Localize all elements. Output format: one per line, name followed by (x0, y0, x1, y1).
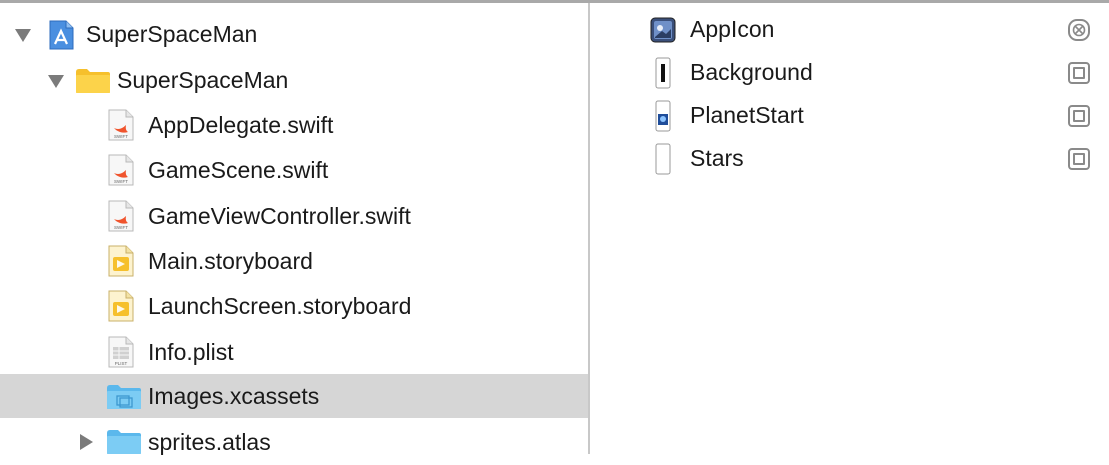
asset-row[interactable]: AppIcon (590, 8, 1109, 51)
checkbox-icon[interactable] (1068, 104, 1090, 127)
swift-file-icon: SWIFT (108, 154, 134, 191)
svg-text:SWIFT: SWIFT (114, 179, 128, 184)
project-navigator: SuperSpaceMan SuperSpaceMan SWIFT AppDel… (0, 3, 588, 455)
navigator-item-label: Info.plist (148, 338, 234, 365)
app-icon-thumb (650, 17, 676, 48)
navigator-item-label: Images.xcassets (148, 382, 320, 409)
navigator-row-file[interactable]: Main.storyboard (0, 238, 588, 284)
navigator-item-label: SuperSpaceMan (86, 20, 258, 47)
navigator-item-label: GameViewController.swift (148, 202, 411, 229)
asset-label: AppIcon (690, 16, 775, 42)
navigator-row-file[interactable]: SWIFT GameViewController.swift (0, 193, 588, 239)
checkbox-icon[interactable] (1068, 147, 1090, 170)
navigator-row-file[interactable]: SWIFT GameScene.swift (0, 147, 588, 193)
plist-icon: PLIST (108, 336, 134, 373)
disclosure-expanded-icon[interactable] (48, 75, 64, 88)
navigator-row-file[interactable]: PLIST Info.plist (0, 329, 588, 375)
navigator-item-label: LaunchScreen.storyboard (148, 292, 412, 319)
navigator-row-group[interactable]: SuperSpaceMan (0, 57, 588, 103)
xcassets-folder-icon (106, 384, 142, 415)
image-set-thumb-icon (650, 57, 676, 94)
asset-label: Background (690, 59, 813, 85)
asset-row[interactable]: Background (590, 51, 1109, 94)
image-set-thumb-icon (650, 100, 676, 137)
folder-icon (106, 429, 142, 460)
disclosure-collapsed-icon[interactable] (80, 434, 93, 450)
swift-file-icon: SWIFT (108, 200, 134, 237)
storyboard-icon (108, 290, 134, 327)
asset-label: Stars (690, 145, 744, 171)
svg-text:SWIFT: SWIFT (114, 134, 128, 139)
navigator-item-label: AppDelegate.swift (148, 111, 334, 138)
swift-file-icon: SWIFT (108, 109, 134, 146)
navigator-item-label: GameScene.swift (148, 156, 329, 183)
navigator-row-project[interactable]: SuperSpaceMan (0, 11, 588, 57)
navigator-row-file[interactable]: SWIFT AppDelegate.swift (0, 102, 588, 148)
asset-row[interactable]: PlanetStart (590, 94, 1109, 137)
project-icon (47, 20, 75, 55)
navigator-item-label: sprites.atlas (148, 428, 271, 455)
navigator-item-label: SuperSpaceMan (117, 66, 289, 93)
navigator-row-group[interactable]: sprites.atlas (0, 419, 588, 465)
navigator-item-label: Main.storyboard (148, 247, 313, 274)
svg-text:SWIFT: SWIFT (114, 225, 128, 230)
checkbox-icon[interactable] (1068, 61, 1090, 84)
storyboard-icon (108, 245, 134, 282)
navigator-row-selected[interactable]: Images.xcassets (0, 374, 588, 418)
navigator-row-file[interactable]: LaunchScreen.storyboard (0, 283, 588, 329)
asset-catalog-list: AppIcon Background PlanetStart Stars (590, 3, 1109, 454)
mixed-checkbox-icon[interactable] (1068, 18, 1090, 41)
asset-row[interactable]: Stars (590, 137, 1109, 180)
svg-text:PLIST: PLIST (115, 361, 128, 366)
folder-icon (75, 68, 111, 99)
disclosure-expanded-icon[interactable] (15, 29, 31, 42)
asset-label: PlanetStart (690, 102, 804, 128)
image-set-thumb-icon (650, 143, 676, 180)
